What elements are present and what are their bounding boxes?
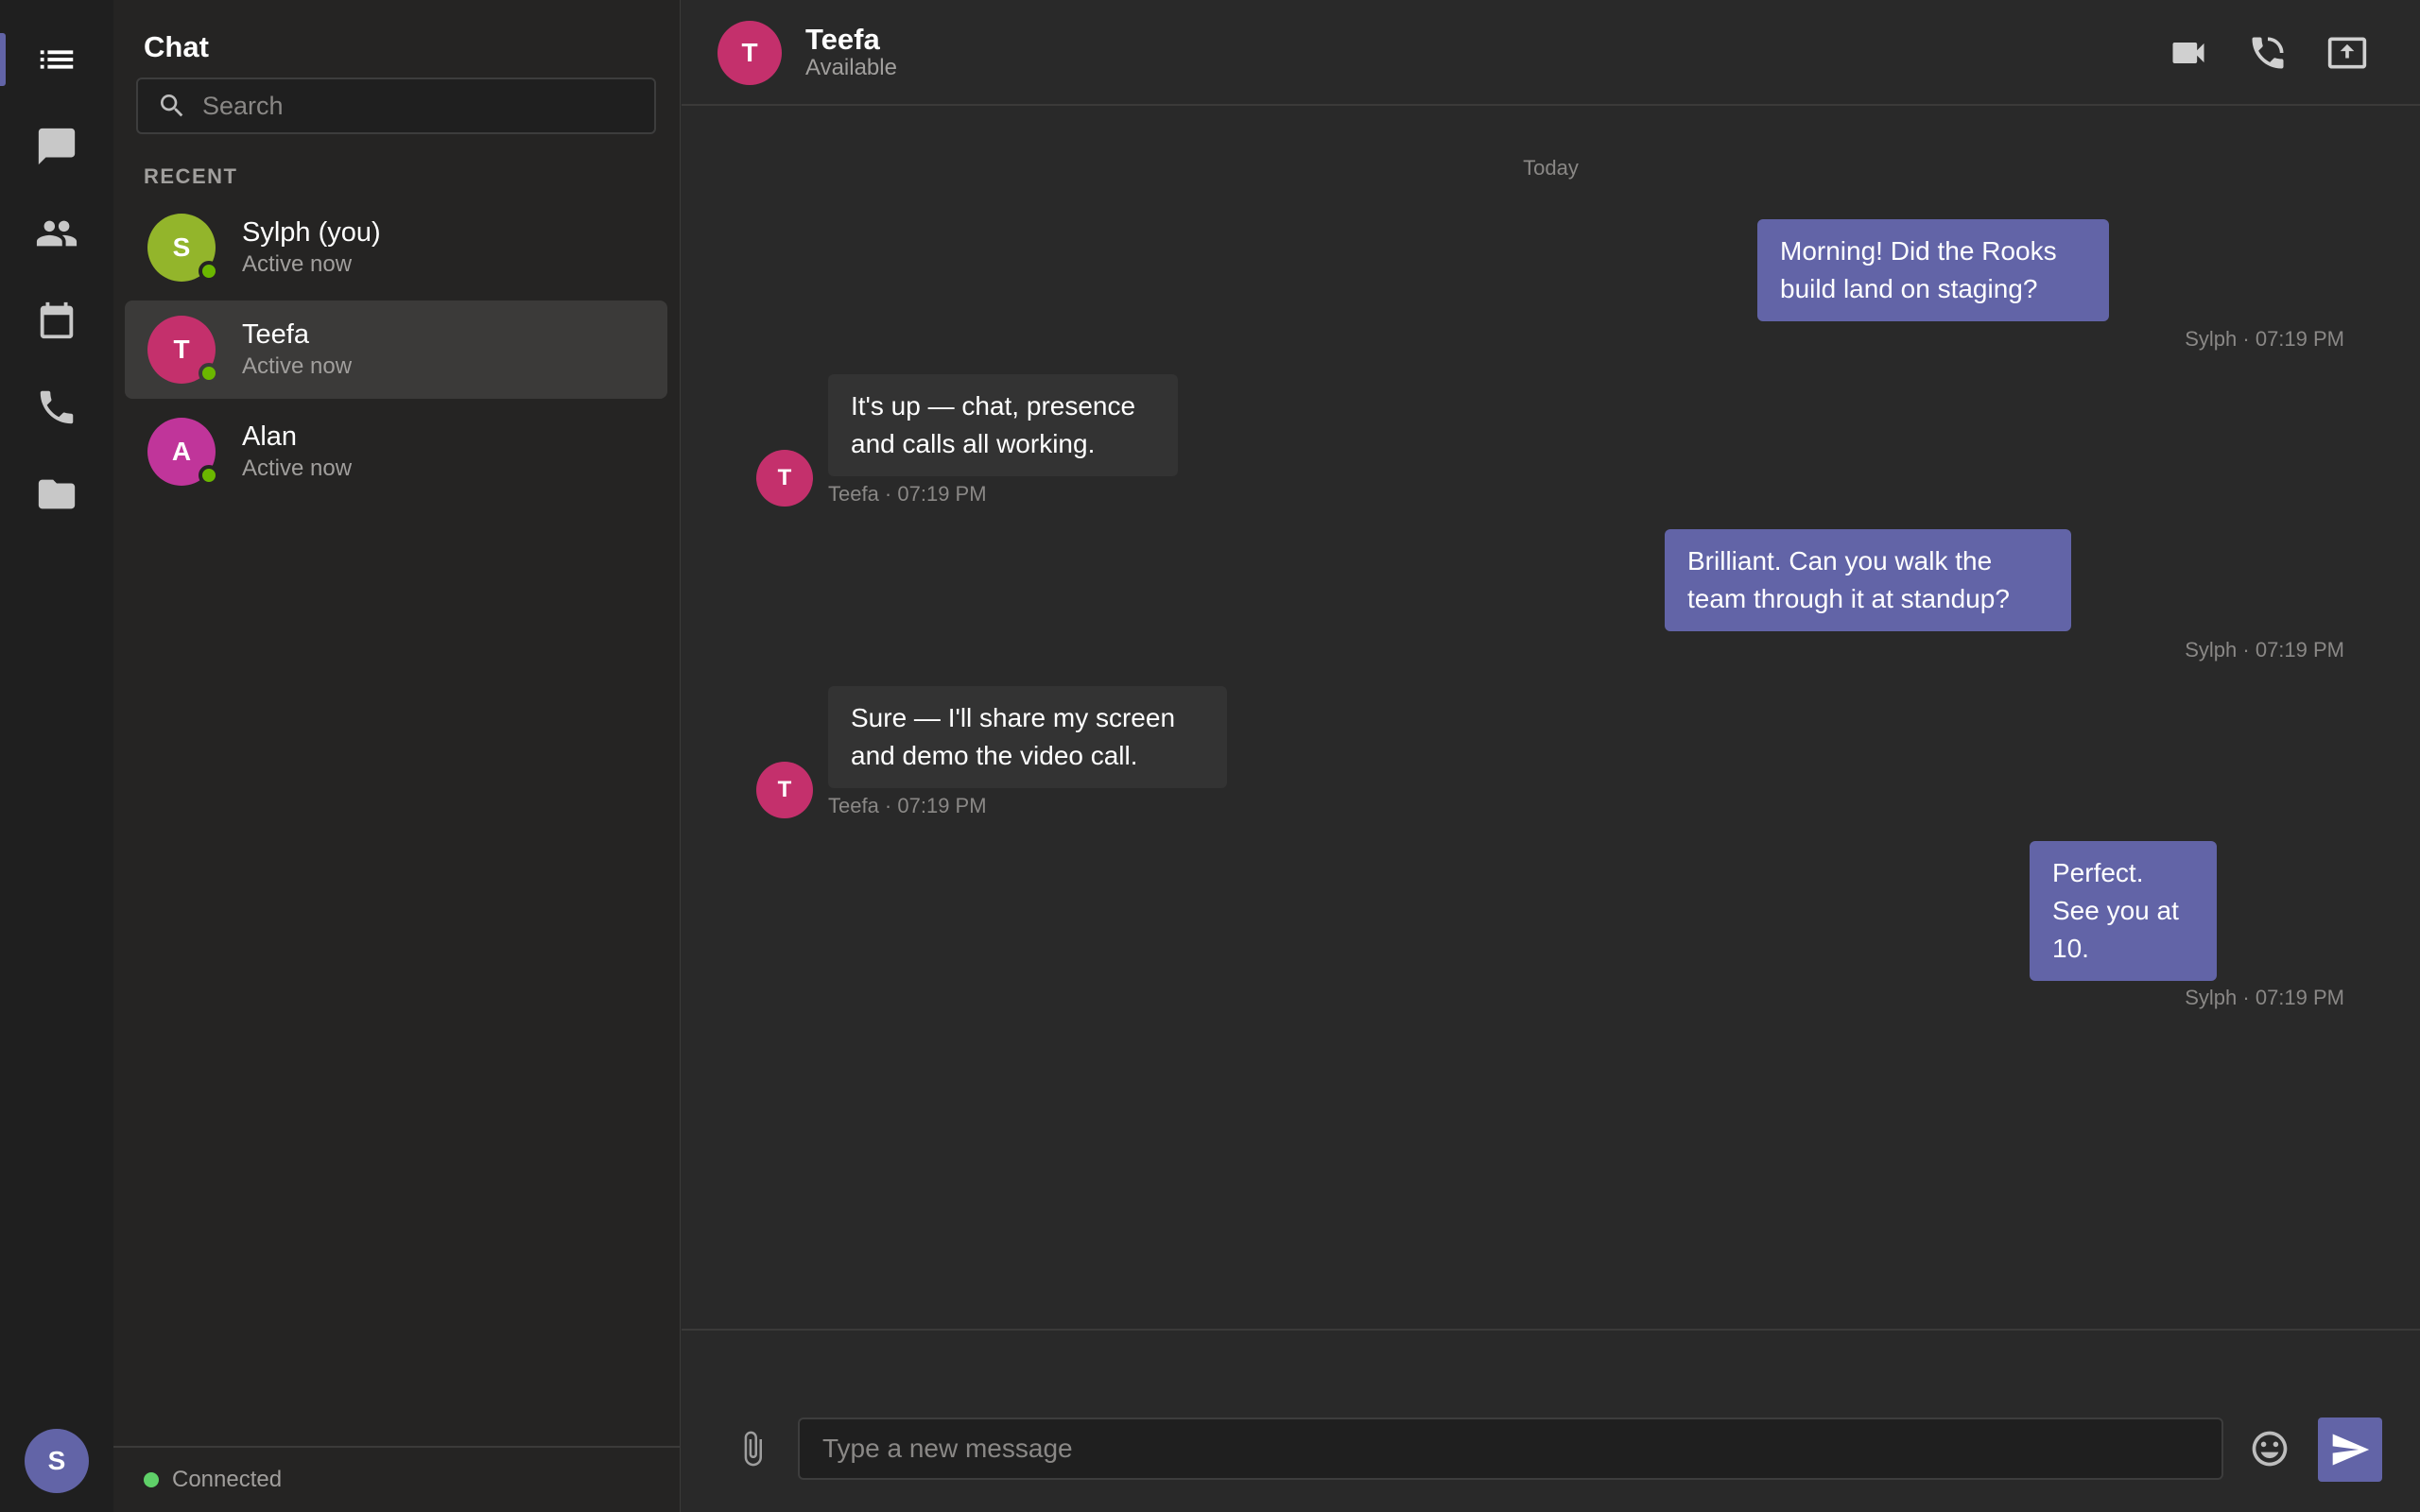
message-meta: Teefa · 07:19 PM [828, 794, 987, 817]
current-user-avatar[interactable]: S [25, 1429, 89, 1493]
presence-indicator [199, 261, 219, 282]
list-icon [40, 50, 74, 69]
people-icon [36, 220, 78, 247]
contact-status: Active now [242, 251, 353, 277]
contact-status: Active now [242, 455, 353, 481]
avatar-initial: A [171, 437, 192, 466]
contact-status: Active now [242, 353, 353, 379]
audio-call-button[interactable] [2239, 25, 2296, 81]
avatar-initial: S [172, 232, 191, 262]
message-bubble-outgoing: Perfect. See you at 10. [2030, 841, 2217, 981]
contact-name: Alan [242, 421, 298, 452]
send-icon [2332, 1434, 2370, 1466]
message-bubble-incoming: Sure — I'll share my screen and demo the… [828, 686, 1227, 788]
rail-item-files[interactable] [0, 451, 113, 538]
contact-alan[interactable]: A Alan Active now [125, 403, 667, 501]
search-box[interactable] [136, 77, 656, 134]
rail-item-teams[interactable] [0, 190, 113, 277]
contact-sylph[interactable]: S Sylph (you) Active now [125, 198, 667, 297]
send-button[interactable] [2318, 1418, 2382, 1482]
connection-status: Connected [113, 1446, 681, 1512]
app-rail: S [0, 0, 113, 1512]
contact-teefa[interactable]: T Teefa Active now [125, 301, 667, 399]
paperclip-icon [744, 1431, 762, 1467]
connection-label: Connected [172, 1467, 283, 1492]
chat-app: S Chat RECENT S Sylph (you) Active now T… [0, 0, 2420, 1512]
chat-bubble-icon [38, 128, 76, 165]
presence-indicator [199, 363, 219, 384]
message-meta: Sylph · 07:19 PM [2185, 638, 2344, 662]
presence-indicator [199, 465, 219, 486]
contact-name: Sylph (you) [242, 217, 381, 248]
message-avatar: T [756, 762, 813, 818]
conversation-pane: T Teefa Available Today Morning! Did the… [682, 0, 2420, 1512]
video-call-button[interactable] [2160, 25, 2217, 81]
emoji-button[interactable] [2240, 1419, 2299, 1478]
header-avatar: T [717, 21, 782, 85]
section-label-recent: RECENT [144, 164, 238, 188]
message-bubble-outgoing: Brilliant. Can you walk the team through… [1665, 529, 2071, 631]
message-meta: Sylph · 07:19 PM [2185, 327, 2344, 351]
phone-icon [40, 390, 74, 424]
smiley-icon [2252, 1431, 2288, 1467]
day-divider: Today [1523, 156, 1579, 180]
rail-item-calendar[interactable] [0, 277, 113, 364]
video-call-icon [2172, 43, 2204, 63]
avatar: A [147, 418, 219, 486]
share-screen-button[interactable] [2319, 25, 2376, 81]
chat-header: T Teefa Available [682, 0, 2420, 106]
message-avatar: T [756, 450, 813, 507]
composer-divider [682, 1329, 2420, 1331]
rail-item-activity[interactable] [0, 16, 113, 103]
avatar: S [147, 214, 219, 282]
attach-button[interactable] [724, 1418, 781, 1480]
contact-name: Teefa [242, 319, 309, 350]
message-bubble-incoming: It's up — chat, presence and calls all w… [828, 374, 1178, 476]
search-icon [161, 94, 183, 117]
connection-dot [144, 1472, 159, 1487]
avatar: T [147, 316, 219, 384]
search-input[interactable] [202, 79, 654, 132]
message-bubble-outgoing: Morning! Did the Rooks build land on sta… [1757, 219, 2109, 321]
message-meta: Teefa · 07:19 PM [828, 482, 987, 506]
message-meta: Sylph · 07:19 PM [2185, 986, 2344, 1009]
header-contact-status: Available [805, 55, 897, 80]
rail-item-chat[interactable] [0, 103, 113, 190]
rail-item-calls[interactable] [0, 364, 113, 451]
chat-list-panel: Chat RECENT S Sylph (you) Active now T T… [113, 0, 681, 1512]
audio-call-icon [2252, 37, 2284, 69]
message-input[interactable] [798, 1418, 2223, 1480]
share-screen-icon [2327, 37, 2367, 69]
calendar-icon [40, 301, 74, 339]
header-contact-name: Teefa [805, 23, 880, 56]
avatar-initial: T [173, 335, 190, 364]
folder-icon [38, 479, 76, 509]
panel-title: Chat [144, 30, 209, 63]
